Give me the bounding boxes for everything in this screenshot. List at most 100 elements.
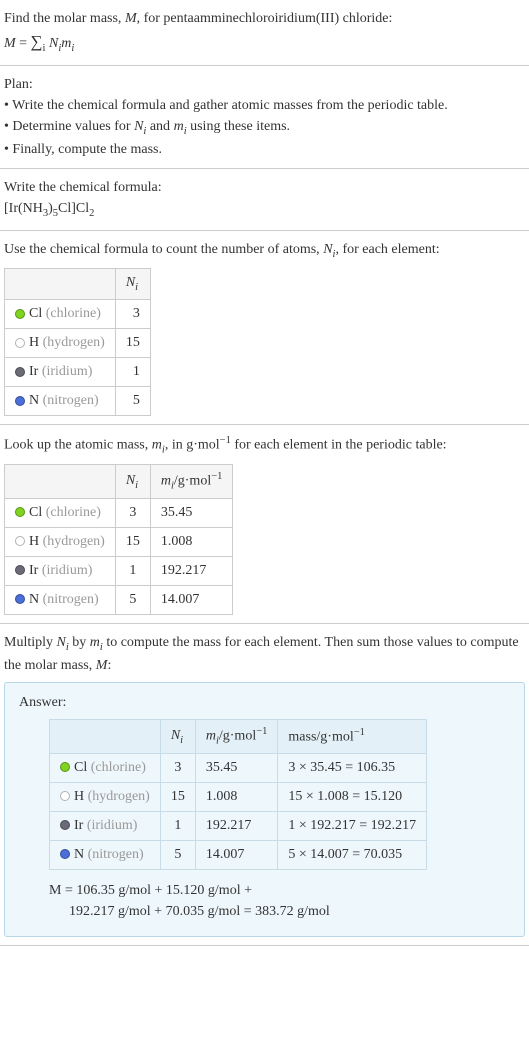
el-sym: Cl bbox=[29, 306, 42, 321]
el-cell: N (nitrogen) bbox=[50, 840, 161, 869]
answer-label: Answer: bbox=[19, 695, 510, 711]
element-dot-icon bbox=[15, 367, 25, 377]
el-sym: N bbox=[74, 847, 84, 862]
table-row: Cl (chlorine)335.453 × 35.45 = 106.35 bbox=[50, 753, 427, 782]
table-row: Cl (chlorine)3 bbox=[5, 299, 151, 328]
element-dot-icon bbox=[60, 791, 70, 801]
mass-cell: 15 × 1.008 = 15.120 bbox=[278, 782, 427, 811]
mb: by bbox=[69, 635, 90, 650]
n-cell: 5 bbox=[115, 585, 150, 614]
n-cell: 1 bbox=[115, 357, 150, 386]
b2a: • Determine values for bbox=[4, 119, 134, 134]
plan-section: Plan: • Write the chemical formula and g… bbox=[0, 66, 529, 170]
mass-cell: 3 × 35.45 = 106.35 bbox=[278, 753, 427, 782]
lla: Look up the atomic mass, bbox=[4, 438, 152, 453]
n-cell: 1 bbox=[160, 811, 195, 840]
n-cell: 5 bbox=[115, 386, 150, 415]
el-name: (iridium) bbox=[87, 818, 138, 833]
plan-bullet-1: • Write the chemical formula and gather … bbox=[4, 95, 525, 116]
chem-section: Write the chemical formula: [Ir(NH3)5Cl]… bbox=[0, 169, 529, 231]
el-cell: N (nitrogen) bbox=[5, 386, 116, 415]
multiply-section: Multiply Ni by mi to compute the mass fo… bbox=[0, 624, 529, 946]
hmi: m bbox=[161, 474, 171, 489]
anis: i bbox=[180, 734, 183, 745]
hneg: −1 bbox=[211, 471, 222, 482]
m-cell: 35.45 bbox=[195, 753, 278, 782]
cfs3: 2 bbox=[89, 208, 94, 219]
el-sym: H bbox=[74, 789, 84, 804]
n-cell: 5 bbox=[160, 840, 195, 869]
cf1: [Ir(NH bbox=[4, 201, 43, 216]
n-cell: 1 bbox=[115, 556, 150, 585]
intro-section: Find the molar mass, M, for pentaamminec… bbox=[0, 0, 529, 66]
n-cell: 3 bbox=[115, 299, 150, 328]
mass-cell: 5 × 14.007 = 70.035 bbox=[278, 840, 427, 869]
ani: N bbox=[171, 728, 180, 743]
plan-bullet-2: • Determine values for Ni and mi using t… bbox=[4, 116, 525, 140]
table-header-row: Ni bbox=[5, 269, 151, 300]
count-line: Use the chemical formula to count the nu… bbox=[4, 239, 525, 263]
count-section: Use the chemical formula to count the nu… bbox=[0, 231, 529, 425]
hdr-ni: Ni bbox=[115, 465, 150, 498]
ami: m bbox=[206, 729, 216, 744]
hdr-mass: mass/g·mol−1 bbox=[278, 720, 427, 753]
el-cell: Cl (chlorine) bbox=[50, 753, 161, 782]
el-name: (iridium) bbox=[42, 364, 93, 379]
el-name: (iridium) bbox=[42, 563, 93, 578]
answer-table: Ni m i/g·mol−1 mass/g·mol−1 Cl (chlorine)… bbox=[49, 719, 427, 869]
n-cell: 3 bbox=[160, 753, 195, 782]
el-sym: Cl bbox=[29, 505, 42, 520]
mi-sub: i bbox=[71, 43, 74, 54]
intro-text2: , for pentaamminechloroiridium(III) chlo… bbox=[137, 11, 393, 26]
cl-Ni: N bbox=[323, 242, 332, 257]
m-mi: m bbox=[90, 635, 100, 650]
hni: N bbox=[126, 473, 135, 488]
aunit: /g·mol bbox=[219, 729, 256, 744]
el-sym: Ir bbox=[74, 818, 83, 833]
lookup-line: Look up the atomic mass, mi, in g·mol−1 … bbox=[4, 433, 525, 458]
el-name: (chlorine) bbox=[46, 306, 101, 321]
final1: M = 106.35 g/mol + 15.120 g/mol + bbox=[49, 883, 252, 898]
lookup-table: Ni mi/g·mol−1 Cl (chlorine)335.45 H (hyd… bbox=[4, 464, 233, 614]
element-dot-icon bbox=[15, 338, 25, 348]
el-cell: Cl (chlorine) bbox=[5, 299, 116, 328]
answer-box: Answer: Ni m i/g·mol−1 mass/g·mol−1 Cl (c… bbox=[4, 682, 525, 936]
el-sym: Ir bbox=[29, 364, 38, 379]
m-cell: 1.008 bbox=[195, 782, 278, 811]
hdr-ni: Ni bbox=[160, 720, 195, 753]
element-dot-icon bbox=[15, 309, 25, 319]
table-row: N (nitrogen)514.0075 × 14.007 = 70.035 bbox=[50, 840, 427, 869]
hdr-ni-sub: i bbox=[135, 282, 138, 293]
count-table: Ni Cl (chlorine)3 H (hydrogen)15 Ir (iri… bbox=[4, 268, 151, 416]
answer-content: Ni m i/g·mol−1 mass/g·mol−1 Cl (chlorine)… bbox=[19, 719, 510, 921]
table-row: Ir (iridium)1 bbox=[5, 357, 151, 386]
element-dot-icon bbox=[60, 820, 70, 830]
table-row: Ir (iridium)1192.2171 × 192.217 = 192.21… bbox=[50, 811, 427, 840]
el-cell: Ir (iridium) bbox=[5, 357, 116, 386]
M: M bbox=[4, 36, 16, 51]
el-name: (hydrogen) bbox=[43, 335, 105, 350]
el-sym: Cl bbox=[74, 760, 87, 775]
hnis: i bbox=[135, 479, 138, 490]
table-row: Ir (iridium)1192.217 bbox=[5, 556, 233, 585]
el-cell: H (hydrogen) bbox=[5, 527, 116, 556]
plan-title: Plan: bbox=[4, 74, 525, 95]
table-header-row: Ni m i/g·mol−1 mass/g·mol−1 bbox=[50, 720, 427, 753]
el-name: (chlorine) bbox=[91, 760, 146, 775]
el-name: (hydrogen) bbox=[43, 534, 105, 549]
table-header-row: Ni mi/g·mol−1 bbox=[5, 465, 233, 498]
lookup-section: Look up the atomic mass, mi, in g·mol−1 … bbox=[0, 425, 529, 624]
el-name: (nitrogen) bbox=[88, 847, 144, 862]
el-sym: N bbox=[29, 393, 39, 408]
table-row: N (nitrogen)514.007 bbox=[5, 585, 233, 614]
hdr-mi: mi/g·mol−1 bbox=[150, 465, 233, 498]
m-cell: 1.008 bbox=[150, 527, 233, 556]
el-name: (chlorine) bbox=[46, 505, 101, 520]
element-dot-icon bbox=[15, 396, 25, 406]
aneg: −1 bbox=[256, 726, 267, 737]
m-cell: 35.45 bbox=[150, 498, 233, 527]
table-row: Cl (chlorine)335.45 bbox=[5, 498, 233, 527]
table-row: H (hydrogen)151.008 bbox=[5, 527, 233, 556]
b2-mi: m bbox=[174, 119, 184, 134]
hdr-blank bbox=[50, 720, 161, 753]
